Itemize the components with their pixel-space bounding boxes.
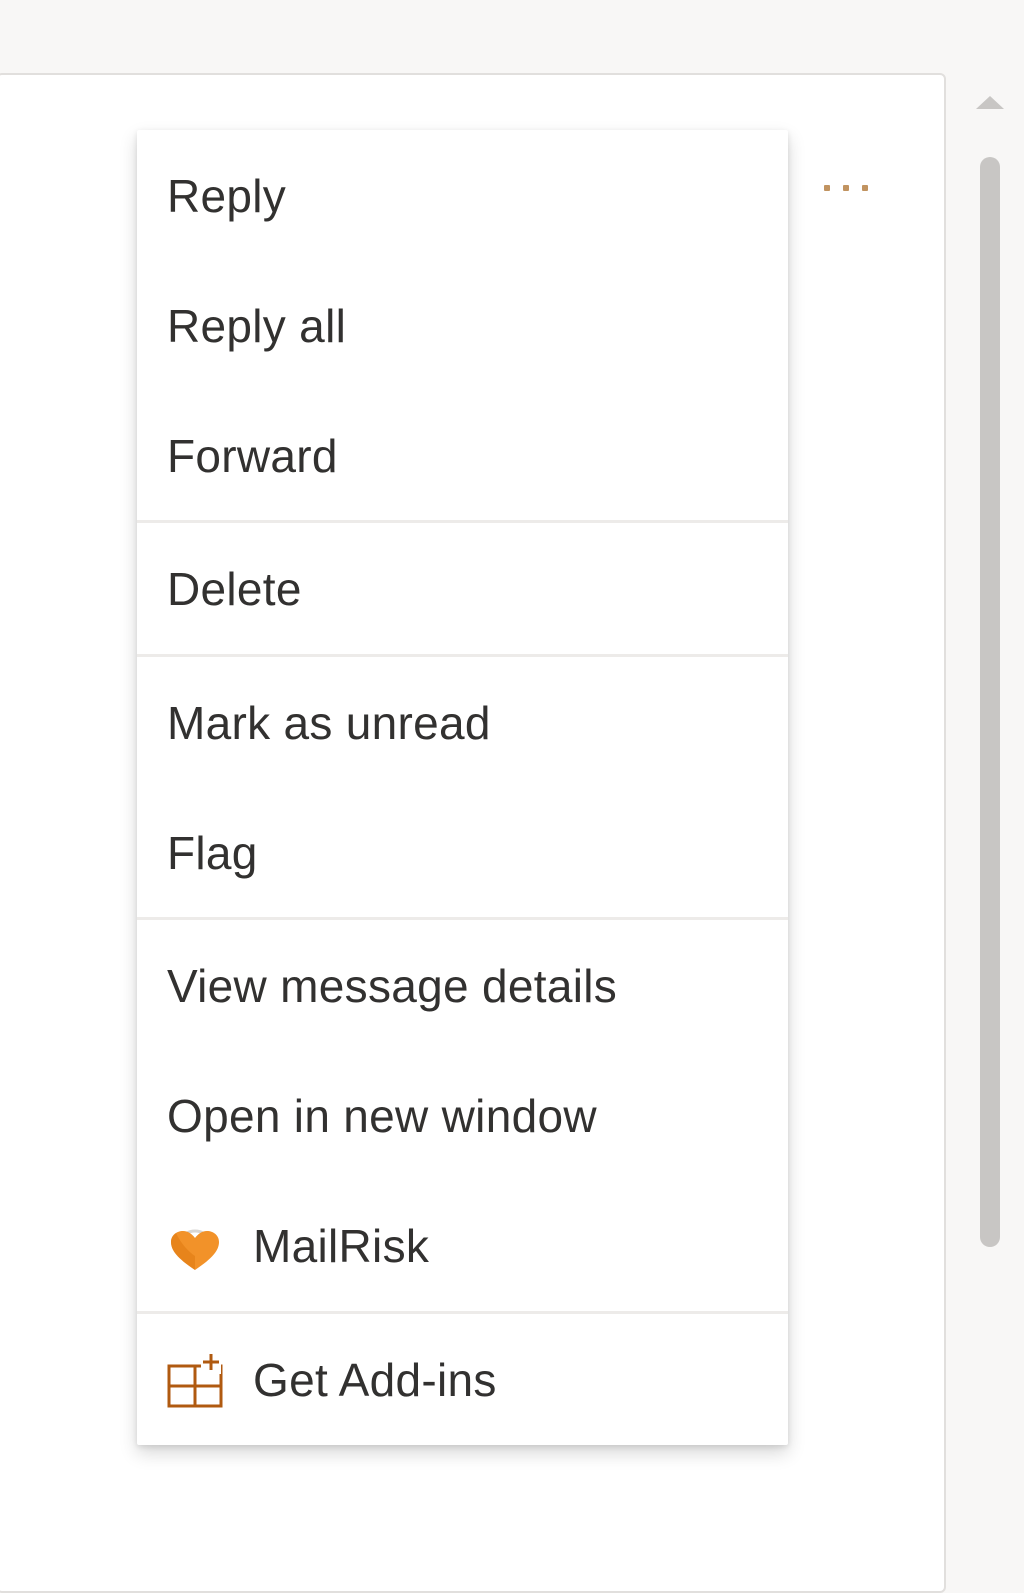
- more-dot: [862, 185, 868, 191]
- menu-item-mailrisk[interactable]: MailRisk: [137, 1181, 788, 1311]
- menu-item-label: View message details: [167, 960, 618, 1012]
- menu-item-label: Reply all: [167, 300, 347, 352]
- context-menu: Reply Reply all Forward Delete Mark as u…: [137, 130, 788, 1445]
- menu-item-label: Flag: [167, 827, 258, 879]
- menu-item-label: MailRisk: [253, 1220, 430, 1272]
- menu-item-label: Delete: [167, 563, 302, 615]
- menu-item-flag[interactable]: Flag: [137, 788, 788, 918]
- menu-item-open-in-new-window[interactable]: Open in new window: [137, 1051, 788, 1181]
- menu-item-label: Get Add-ins: [253, 1354, 497, 1406]
- menu-item-mark-as-unread[interactable]: Mark as unread: [137, 658, 788, 788]
- menu-item-label: Open in new window: [167, 1090, 597, 1142]
- menu-item-view-message-details[interactable]: View message details: [137, 921, 788, 1051]
- menu-divider: [137, 654, 788, 657]
- more-dot: [824, 185, 830, 191]
- add-ins-icon: [167, 1352, 223, 1408]
- menu-item-label: Mark as unread: [167, 697, 491, 749]
- menu-divider: [137, 1311, 788, 1314]
- menu-item-reply-all[interactable]: Reply all: [137, 261, 788, 391]
- more-actions-button[interactable]: [810, 160, 882, 216]
- menu-divider: [137, 520, 788, 523]
- more-dot: [843, 185, 849, 191]
- menu-item-label: Reply: [167, 170, 287, 222]
- scrollbar-thumb[interactable]: [980, 157, 1000, 1247]
- menu-item-delete[interactable]: Delete: [137, 524, 788, 654]
- menu-item-forward[interactable]: Forward: [137, 391, 788, 521]
- scroll-up-arrow-icon[interactable]: [976, 96, 1004, 109]
- menu-divider: [137, 917, 788, 920]
- mailrisk-icon: [167, 1218, 223, 1274]
- menu-item-reply[interactable]: Reply: [137, 131, 788, 261]
- menu-item-label: Forward: [167, 430, 338, 482]
- menu-item-get-add-ins[interactable]: Get Add-ins: [137, 1315, 788, 1445]
